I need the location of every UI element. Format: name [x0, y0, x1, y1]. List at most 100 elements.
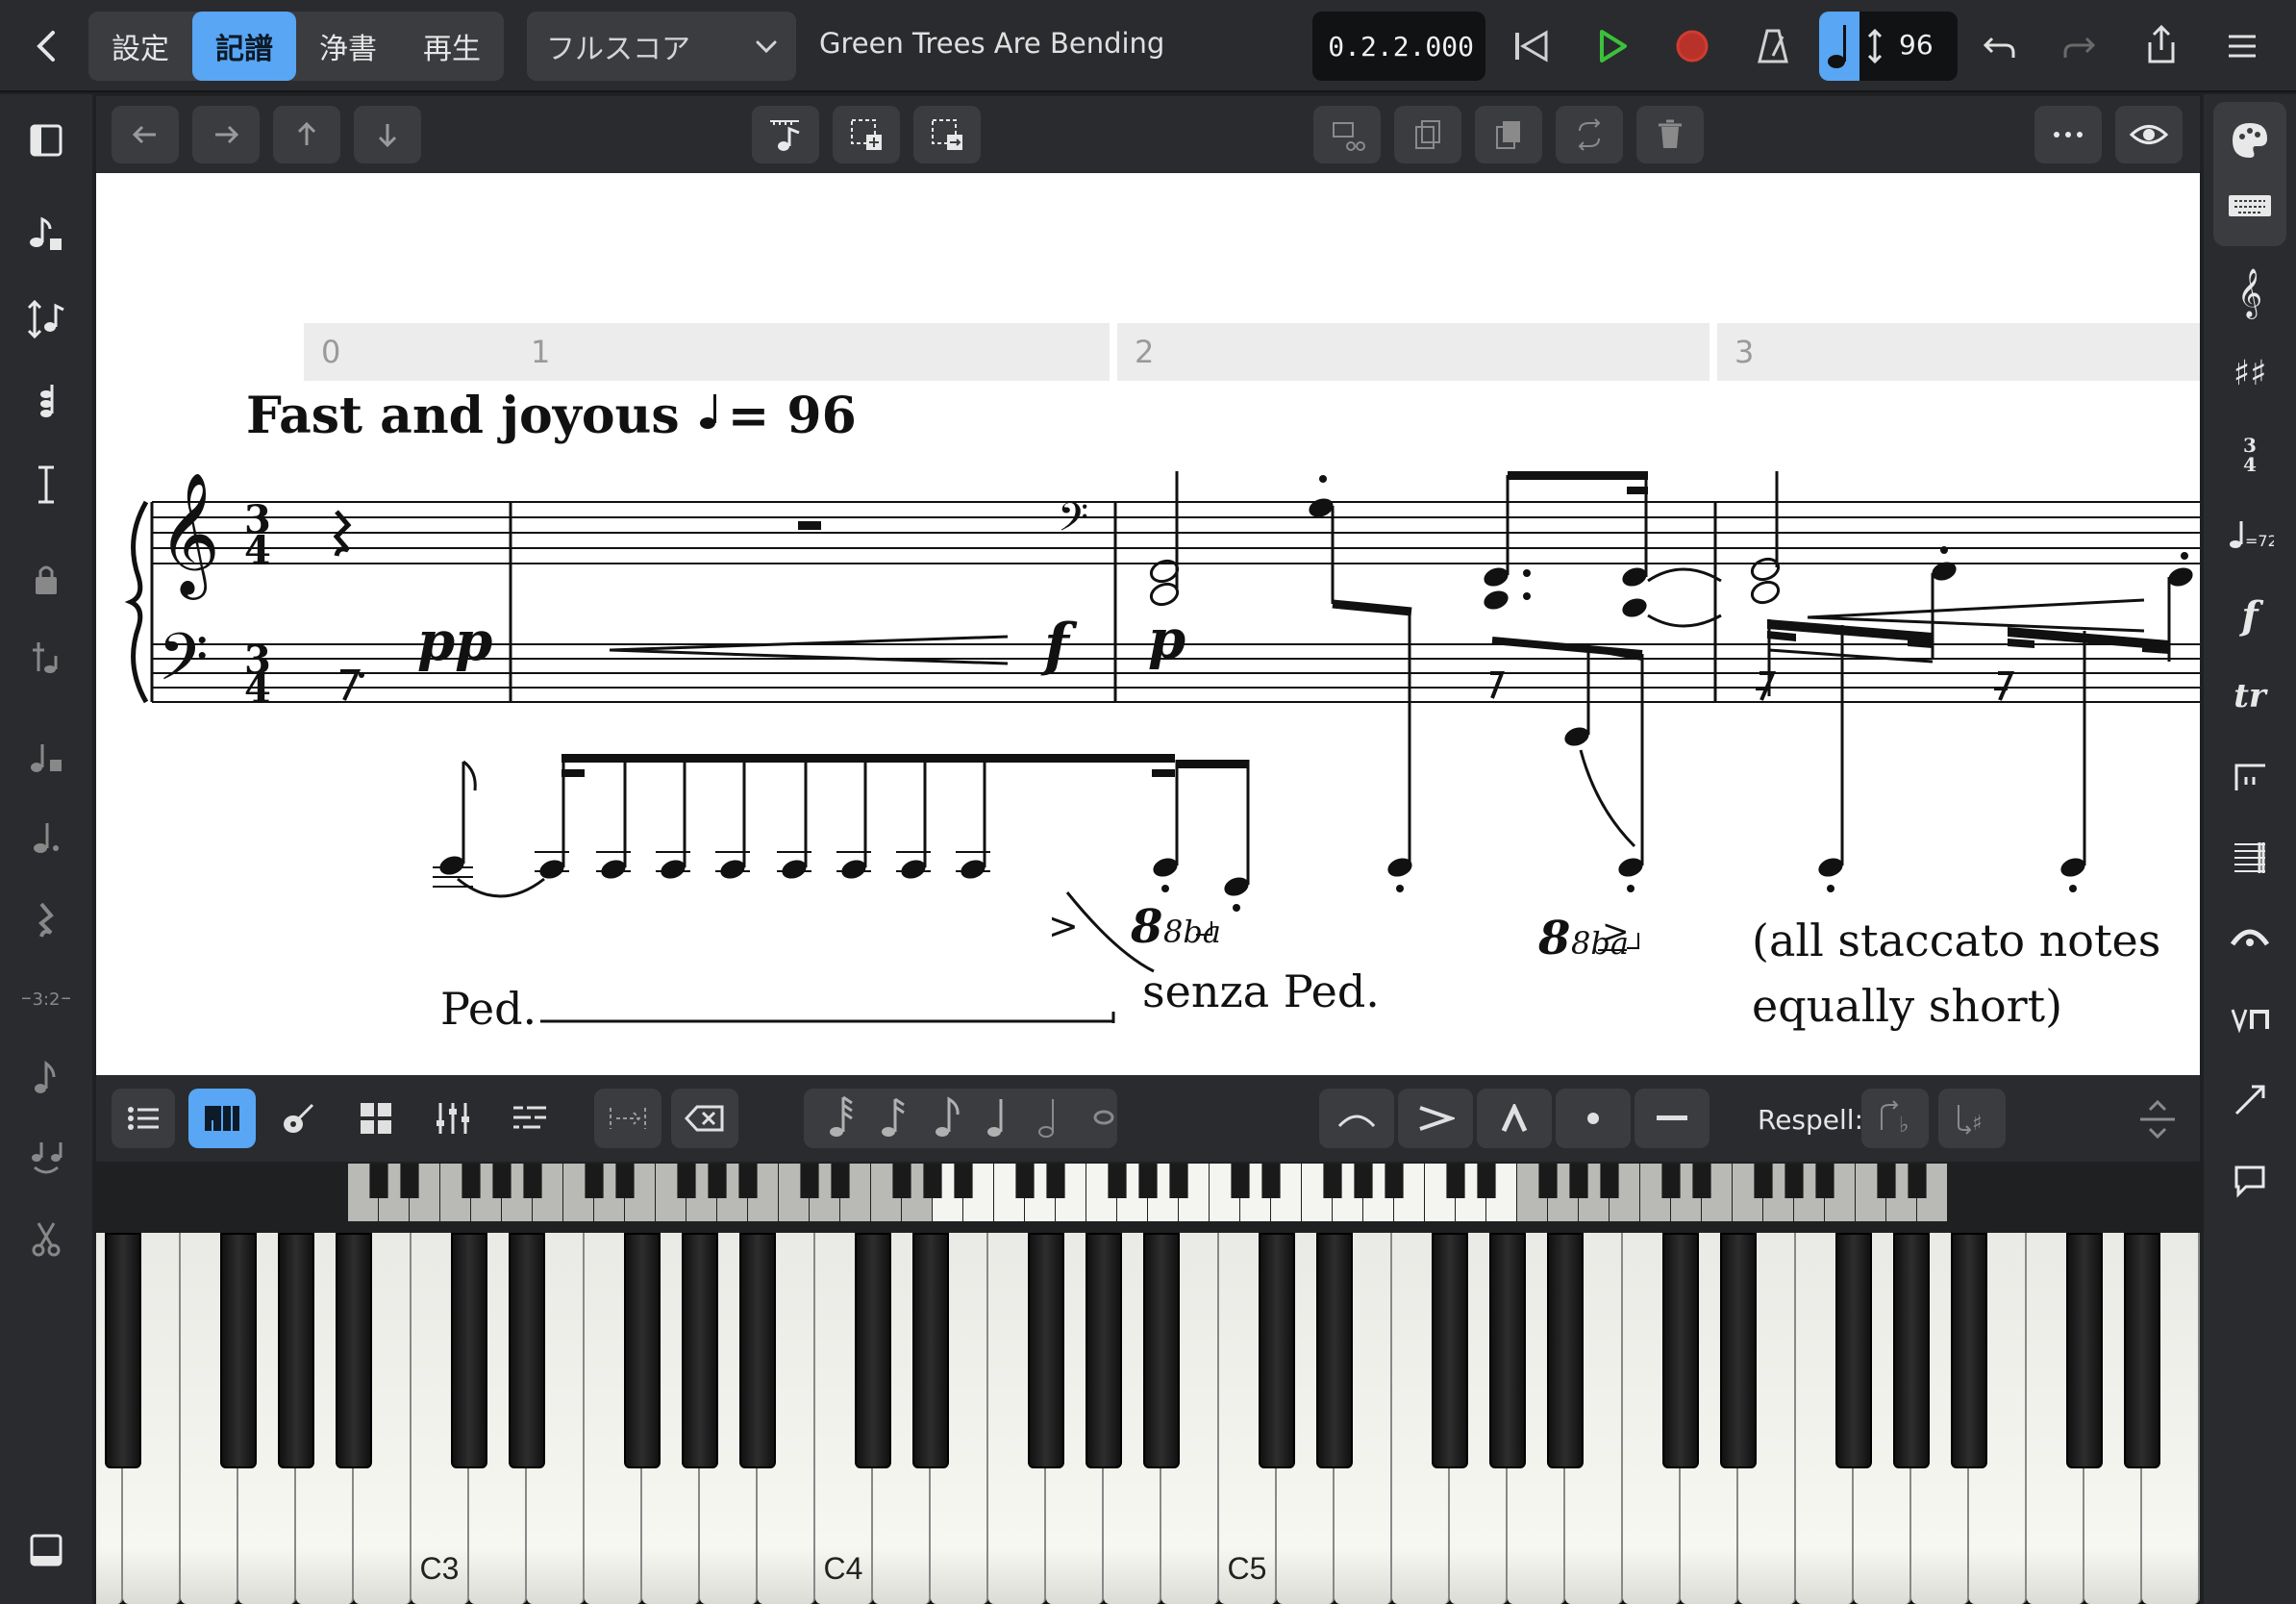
layout-select[interactable]: フルスコア — [527, 12, 796, 81]
half-note-icon[interactable] — [1025, 1090, 1079, 1144]
black-key[interactable] — [912, 1233, 949, 1468]
pedal-marking[interactable]: Ped. — [440, 983, 537, 1035]
rest-icon[interactable] — [0, 881, 92, 958]
tempo-marking-icon[interactable]: =72 — [2204, 496, 2296, 573]
share-icon[interactable] — [2134, 17, 2188, 71]
tab-engrave[interactable]: 浄書 — [296, 12, 400, 81]
tab-play[interactable]: 再生 — [400, 12, 504, 81]
arrow-up-icon[interactable] — [273, 106, 340, 163]
black-key[interactable] — [739, 1233, 776, 1468]
menu-icon[interactable] — [2215, 19, 2269, 73]
list-icon[interactable] — [112, 1089, 175, 1148]
expression-text[interactable]: (all staccato notes equally short) — [1752, 908, 2160, 1039]
play-icon[interactable] — [1585, 19, 1638, 73]
backspace-icon[interactable] — [671, 1089, 738, 1148]
respell-up-icon[interactable]: ♭ — [1861, 1089, 1929, 1148]
line-arrow-icon[interactable] — [2204, 1062, 2296, 1139]
note-ruler-icon[interactable] — [752, 106, 819, 163]
black-key[interactable] — [1143, 1233, 1180, 1468]
black-key[interactable] — [2124, 1233, 2160, 1468]
black-key[interactable] — [1951, 1233, 1987, 1468]
keyboard-overview[interactable] — [96, 1162, 2200, 1239]
black-key[interactable] — [1662, 1233, 1699, 1468]
eighth-note-icon[interactable] — [921, 1090, 975, 1144]
record-icon[interactable] — [1665, 19, 1719, 73]
view-eye-icon[interactable] — [2115, 106, 2183, 163]
black-key[interactable] — [1316, 1233, 1353, 1468]
guitar-icon[interactable] — [267, 1089, 331, 1148]
black-key[interactable] — [1028, 1233, 1064, 1468]
black-key[interactable] — [1547, 1233, 1584, 1468]
thirty-second-note-icon[interactable] — [867, 1090, 921, 1144]
key-signature-icon[interactable]: ♯♯ — [2204, 335, 2296, 412]
black-key[interactable] — [1432, 1233, 1468, 1468]
slur-icon[interactable] — [1319, 1089, 1394, 1148]
dynamics-icon[interactable]: f — [2204, 577, 2296, 654]
mixer-icon[interactable] — [421, 1089, 485, 1148]
arrow-down-icon[interactable] — [354, 106, 421, 163]
piano-keyboard[interactable]: C3 C4 C5 — [96, 1233, 2200, 1604]
quarter-note-icon[interactable] — [973, 1090, 1027, 1144]
black-key[interactable] — [1086, 1233, 1122, 1468]
paste-icon[interactable] — [1475, 106, 1542, 163]
time-signature-icon[interactable]: 34 — [2204, 415, 2296, 492]
chord-input-icon[interactable] — [0, 363, 92, 440]
insert-gap-icon[interactable] — [594, 1089, 661, 1148]
piano-keyboard-icon[interactable] — [188, 1089, 256, 1148]
repeat-structures-icon[interactable] — [2204, 819, 2296, 896]
staccato-icon[interactable] — [1556, 1089, 1631, 1148]
black-key[interactable] — [278, 1233, 314, 1468]
stem-direction-icon[interactable] — [0, 1040, 92, 1117]
select-move-icon[interactable] — [913, 106, 981, 163]
dotted-note-icon[interactable] — [0, 800, 92, 877]
fermata-icon[interactable] — [2204, 900, 2296, 977]
dynamic-f[interactable]: f — [1044, 612, 1069, 679]
score-view[interactable]: 0 1 2 3 Fast and joyous = 96 𝄞 𝄢 3 4 3 4… — [96, 173, 2200, 1075]
black-key[interactable] — [682, 1233, 718, 1468]
arrow-left-icon[interactable] — [112, 106, 179, 163]
scissors-icon[interactable] — [0, 1200, 92, 1277]
black-key[interactable] — [509, 1233, 545, 1468]
marcato-icon[interactable] — [1477, 1089, 1552, 1148]
ornament-trill-icon[interactable]: tr — [2204, 658, 2296, 735]
whole-note-icon[interactable] — [1077, 1090, 1131, 1144]
black-key[interactable] — [220, 1233, 257, 1468]
comment-icon[interactable] — [2204, 1142, 2296, 1219]
black-key[interactable] — [855, 1233, 891, 1468]
rewind-to-start-icon[interactable] — [1504, 19, 1558, 73]
caret-icon[interactable] — [0, 446, 92, 523]
black-key[interactable] — [1720, 1233, 1757, 1468]
tab-setup[interactable]: 設定 — [88, 12, 192, 81]
sixty-fourth-note-icon[interactable] — [815, 1090, 869, 1144]
swap-icon[interactable] — [1556, 106, 1623, 163]
resize-handle-icon[interactable] — [2136, 1098, 2179, 1144]
tab-write[interactable]: 記譜 — [192, 12, 296, 81]
black-key[interactable] — [1893, 1233, 1930, 1468]
accent-icon[interactable] — [1398, 1089, 1473, 1148]
arrange-icon[interactable] — [498, 1089, 562, 1148]
black-key[interactable] — [1259, 1233, 1295, 1468]
tenuto-icon[interactable] — [1635, 1089, 1710, 1148]
keyboard-range-selector[interactable] — [348, 1164, 1948, 1221]
grid-icon[interactable] — [344, 1089, 408, 1148]
insert-mode-icon[interactable] — [0, 281, 92, 358]
black-key[interactable] — [451, 1233, 487, 1468]
left-panel-toggle-icon[interactable] — [0, 102, 92, 179]
black-key[interactable] — [105, 1233, 141, 1468]
undo-icon[interactable] — [1973, 19, 2027, 73]
select-add-icon[interactable] — [833, 106, 900, 163]
bowing-icon[interactable] — [2204, 981, 2296, 1058]
dynamic-p[interactable]: p — [1148, 608, 1185, 671]
black-key[interactable] — [1489, 1233, 1526, 1468]
respell-down-icon[interactable]: ♯ — [1938, 1089, 2006, 1148]
black-key[interactable] — [2066, 1233, 2103, 1468]
senza-pedal-marking[interactable]: senza Ped. — [1142, 965, 1380, 1017]
pedal-line-icon[interactable] — [2204, 739, 2296, 815]
tie-icon[interactable] — [0, 1121, 92, 1198]
note-input-icon[interactable] — [0, 196, 92, 273]
tuplet-icon[interactable]: ⌐3:2¬ — [0, 960, 92, 1037]
metronome-icon[interactable] — [1746, 19, 1800, 73]
delete-icon[interactable] — [1636, 106, 1704, 163]
add-note-above-icon[interactable] — [0, 719, 92, 796]
lock-duration-icon[interactable] — [0, 540, 92, 617]
